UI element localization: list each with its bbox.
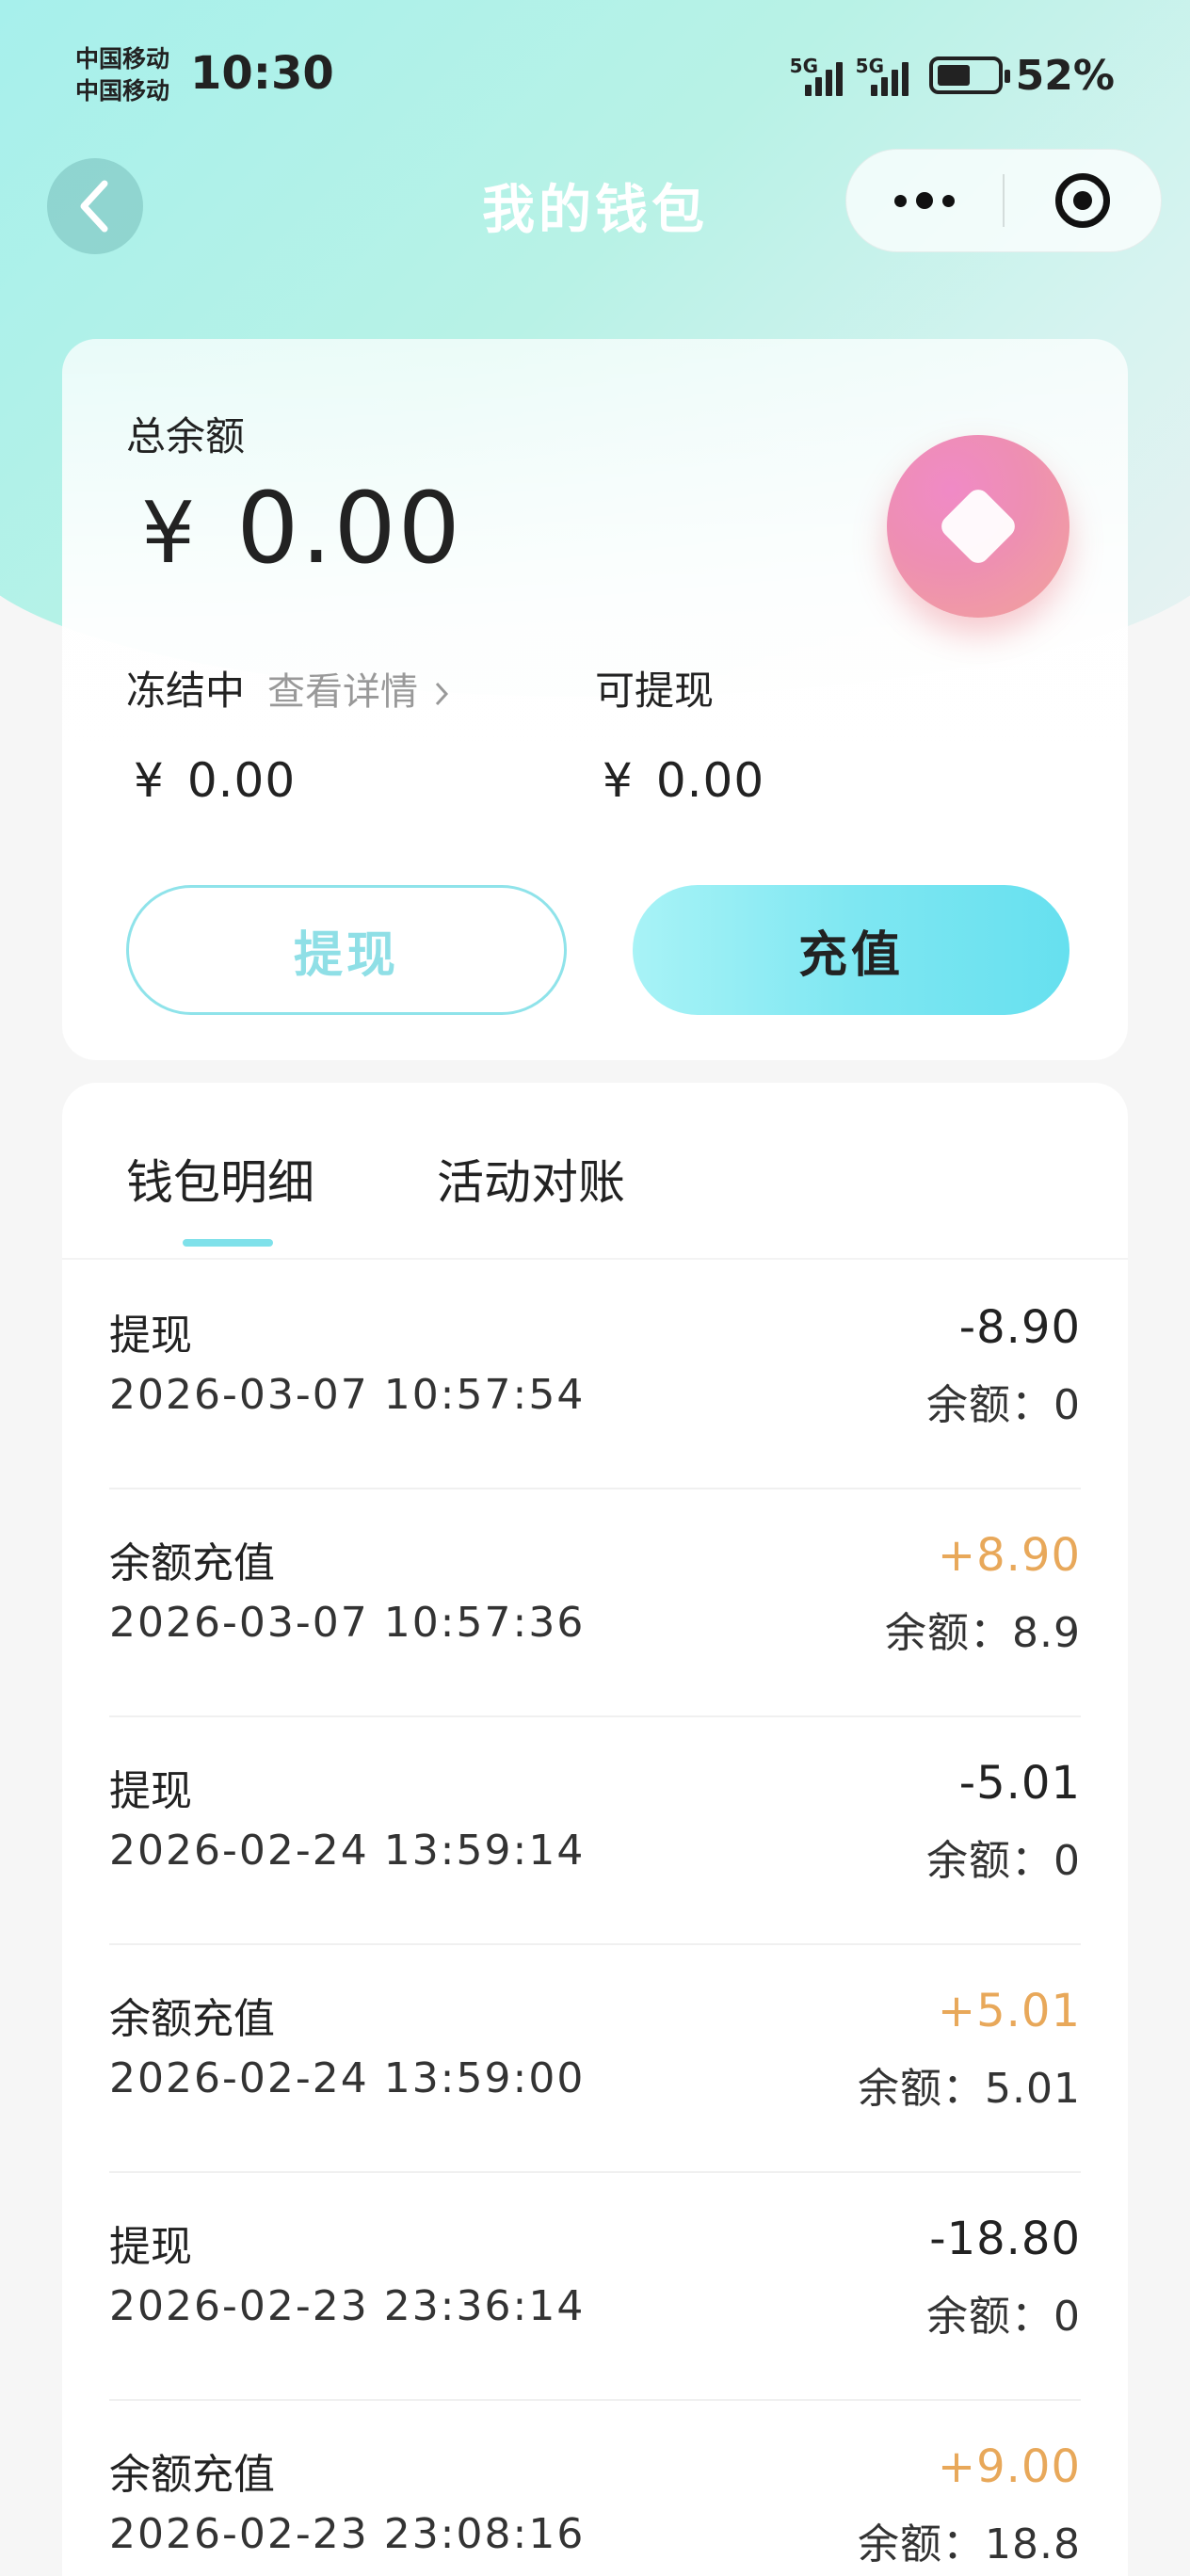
transaction-balance: 余额：8.9 [885, 1609, 1081, 1657]
transaction-amount: -5.01 [958, 1757, 1081, 1810]
target-icon [1055, 173, 1110, 228]
status-indicators: 5G 5G 52% [790, 47, 1115, 104]
more-button[interactable] [846, 150, 1003, 251]
battery-percent: 52% [1015, 51, 1115, 100]
transaction-amount: +5.01 [937, 1985, 1081, 2037]
view-details-text: 查看详情 [267, 669, 419, 714]
recharge-button[interactable]: 充值 [633, 885, 1069, 1015]
transaction-time: 2026-02-24 13:59:00 [109, 2054, 586, 2102]
transaction-row[interactable]: 余额充值 2026-02-23 23:08:16 +9.00 余额：18.8 [109, 2401, 1081, 2576]
transaction-balance: 余额：0 [926, 1381, 1081, 1429]
transaction-amount: +9.00 [937, 2440, 1081, 2493]
transaction-row[interactable]: 余额充值 2026-02-24 13:59:00 +5.01 余额：5.01 [109, 1945, 1081, 2173]
carrier-2: 中国移动 [75, 77, 170, 105]
frozen-row: 冻结中 查看详情 [126, 659, 449, 716]
withdraw-button[interactable]: 提现 [126, 885, 567, 1015]
transaction-amount: -18.80 [929, 2213, 1081, 2265]
tab-wallet-details[interactable]: 钱包明细 [126, 1145, 314, 1213]
transaction-time: 2026-02-23 23:36:14 [109, 2282, 586, 2330]
total-balance-value: 0.00 [236, 471, 462, 586]
total-balance-label: 总余额 [126, 413, 246, 459]
currency-symbol: ¥ [603, 753, 634, 808]
transaction-type: 余额充值 [109, 1995, 275, 2043]
chevron-right-icon [435, 682, 448, 705]
transaction-list: 提现 2026-03-07 10:57:54 -8.90 余额：0 余额充值 2… [109, 1262, 1081, 2576]
transaction-balance: 余额：5.01 [858, 2065, 1081, 2113]
frozen-label: 冻结中 [126, 668, 246, 714]
signal-2-label: 5G [855, 55, 885, 77]
transaction-time: 2026-03-07 10:57:54 [109, 1371, 586, 1419]
transaction-type: 提现 [109, 1312, 192, 1360]
signal-1-label: 5G [789, 55, 819, 77]
transaction-amount: +8.90 [937, 1529, 1081, 1582]
transaction-time: 2026-02-24 13:59:14 [109, 1827, 586, 1875]
signal-icon: 5G [790, 55, 843, 96]
transaction-amount: -8.90 [958, 1301, 1081, 1354]
transactions-card: 钱包明细 活动对账 提现 2026-03-07 10:57:54 -8.90 余… [62, 1083, 1128, 2576]
transaction-type: 提现 [109, 2223, 192, 2271]
frozen-amount: ¥0.00 [134, 753, 296, 808]
withdrawable-label: 可提现 [595, 668, 715, 714]
transaction-row[interactable]: 提现 2026-03-07 10:57:54 -8.90 余额：0 [109, 1262, 1081, 1489]
currency-symbol: ¥ [141, 484, 198, 583]
more-dots-icon [894, 192, 955, 209]
transaction-time: 2026-03-07 10:57:36 [109, 1599, 586, 1647]
withdrawable-amount-value: 0.00 [655, 753, 765, 808]
transaction-row[interactable]: 提现 2026-02-24 13:59:14 -5.01 余额：0 [109, 1717, 1081, 1945]
currency-symbol: ¥ [134, 753, 165, 808]
transaction-row[interactable]: 余额充值 2026-03-07 10:57:36 +8.90 余额：8.9 [109, 1489, 1081, 1717]
active-tab-indicator [183, 1239, 273, 1247]
transaction-balance: 余额：0 [926, 1837, 1081, 1885]
tab-activity-reconciliation[interactable]: 活动对账 [437, 1145, 625, 1213]
transaction-type: 提现 [109, 1767, 192, 1815]
status-bar: 中国移动 中国移动 10:30 5G 5G 52% [0, 0, 1190, 151]
clock: 10:30 [190, 47, 334, 100]
frozen-amount-value: 0.00 [186, 753, 297, 808]
carrier-1: 中国移动 [75, 45, 170, 72]
carrier-labels: 中国移动 中国移动 [75, 43, 169, 107]
transaction-row[interactable]: 提现 2026-02-23 23:36:14 -18.80 余额：0 [109, 2173, 1081, 2401]
withdrawable-amount: ¥0.00 [603, 753, 764, 808]
transaction-balance: 余额：0 [926, 2293, 1081, 2341]
battery-icon [928, 56, 1010, 94]
tab-bar: 钱包明细 活动对账 [62, 1083, 1128, 1260]
signal-icon: 5G [856, 55, 909, 96]
diamond-icon[interactable] [887, 435, 1069, 618]
balance-card: 总余额 ¥0.00 冻结中 查看详情 可提现 ¥0.00 ¥0.00 提现 充值 [62, 339, 1128, 1060]
transaction-type: 余额充值 [109, 2451, 275, 2499]
view-details-link[interactable]: 查看详情 [267, 661, 449, 716]
transaction-balance: 余额：18.8 [858, 2520, 1081, 2568]
total-balance-amount: ¥0.00 [141, 471, 462, 586]
transaction-time: 2026-02-23 23:08:16 [109, 2510, 586, 2558]
close-button[interactable] [1005, 150, 1161, 251]
transaction-type: 余额充值 [109, 1539, 275, 1587]
mini-program-capsule [845, 149, 1162, 252]
